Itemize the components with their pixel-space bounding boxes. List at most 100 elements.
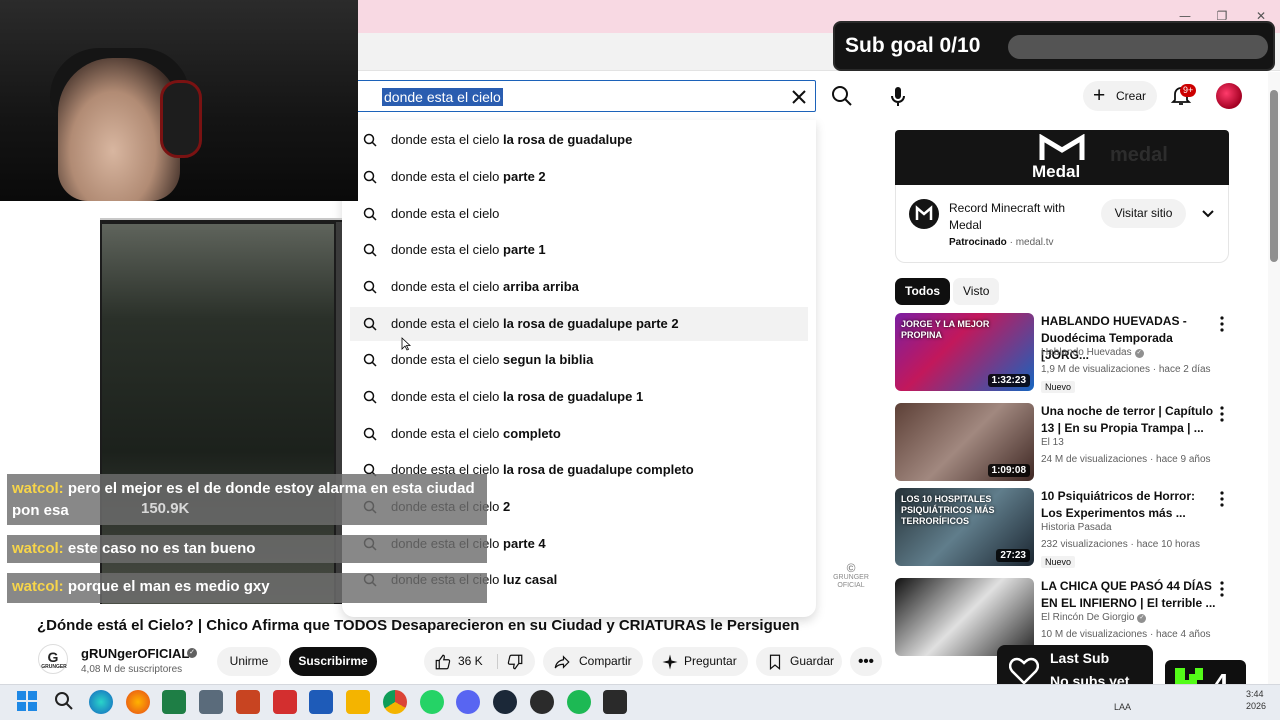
file-explorer-icon[interactable]	[346, 690, 370, 714]
search-icon	[363, 243, 377, 257]
like-count[interactable]: 36 K	[458, 647, 483, 676]
video-channel[interactable]: Hablando Huevadas ✓	[1041, 347, 1144, 358]
search-icon	[363, 207, 377, 221]
video-channel[interactable]: Historia Pasada	[1041, 522, 1112, 533]
join-button[interactable]: Unirme	[217, 647, 281, 676]
save-button[interactable]: Guardar	[756, 647, 842, 676]
channel-name[interactable]: gRUNgerOFICIAL	[81, 646, 189, 661]
ad-banner[interactable]: medal Medal	[895, 130, 1229, 185]
excel-icon[interactable]	[162, 690, 186, 714]
ask-button[interactable]: Preguntar	[652, 647, 748, 676]
search-suggestion[interactable]: donde esta el cielo la rosa de guadalupe	[350, 123, 808, 157]
spotify-icon[interactable]	[567, 690, 591, 714]
share-button[interactable]: Compartir	[543, 647, 643, 676]
share-icon	[554, 655, 570, 669]
verified-icon: ✓	[1134, 349, 1144, 358]
sub-goal-text: Sub goal 0/10	[845, 34, 981, 57]
search-suggestion[interactable]: donde esta el cielo completo	[350, 417, 808, 451]
steam-icon[interactable]	[493, 690, 517, 714]
chat-user: watcol:	[12, 578, 64, 595]
viewer-count: 150.9K	[141, 500, 190, 517]
search-input[interactable]: donde esta el cielo	[358, 80, 816, 112]
video-channel[interactable]: El Rincón De Giorgio ✓	[1041, 612, 1147, 623]
ad-title[interactable]: Record Minecraft with Medal	[949, 200, 1089, 234]
chat-text: este caso no es tan bueno	[67, 540, 256, 557]
word-icon[interactable]	[309, 690, 333, 714]
plus-icon: +	[1093, 84, 1106, 107]
visit-site-button[interactable]: Visitar sitio	[1101, 199, 1186, 228]
dislike-icon[interactable]	[506, 653, 524, 671]
video-thumbnail[interactable]: JORGE Y LA MEJOR PROPINA 1:32:23	[895, 313, 1034, 391]
search-icon	[363, 133, 377, 147]
more-options-icon[interactable]	[1217, 490, 1227, 508]
search-suggestion[interactable]: donde esta el cielo parte 1	[350, 233, 808, 267]
video-thumbnail[interactable]: 1:09:08	[895, 403, 1034, 481]
chrome-icon[interactable]	[383, 690, 407, 714]
chip-all[interactable]: Todos	[895, 278, 951, 305]
sparkle-icon	[662, 654, 678, 670]
ad-card: Record Minecraft with Medal Patrocinado …	[895, 185, 1229, 263]
recommended-video[interactable]: LOS 10 HOSPITALES PSIQUIÁTRICOS MÁS TERR…	[895, 488, 1229, 568]
search-suggestion[interactable]: donde esta el cielo	[350, 197, 808, 231]
search-icon	[363, 317, 377, 331]
chevron-down-icon[interactable]	[1198, 204, 1218, 224]
create-label: Crear	[1116, 89, 1147, 103]
search-taskbar-icon[interactable]	[52, 689, 76, 713]
create-button[interactable]: + Crear	[1083, 81, 1157, 111]
recommended-video[interactable]: 1:09:08 Una noche de terror | Capítulo 13…	[895, 403, 1229, 483]
video-thumbnail[interactable]: LOS 10 HOSPITALES PSIQUIÁTRICOS MÁS TERR…	[895, 488, 1034, 566]
suggestion-text: donde esta el cielo parte 2	[391, 169, 546, 184]
search-query-selected[interactable]: donde esta el cielo	[382, 88, 503, 106]
whatsapp-icon[interactable]	[420, 690, 444, 714]
chat-user: watcol:	[12, 540, 64, 557]
camera-icon[interactable]	[199, 690, 223, 714]
powerpoint-icon[interactable]	[236, 690, 260, 714]
video-title[interactable]: 10 Psiquiátricos de Horror: Los Experime…	[1041, 488, 1217, 522]
more-options-icon[interactable]	[1217, 580, 1227, 598]
suggestion-text: donde esta el cielo parte 1	[391, 242, 546, 257]
video-title[interactable]: Una noche de terror | Capítulo 13 | En s…	[1041, 403, 1217, 437]
recommended-video[interactable]: JORGE Y LA MEJOR PROPINA 1:32:23 HABLANDO …	[895, 313, 1229, 393]
subscribe-button[interactable]: Suscribirme	[289, 647, 377, 676]
like-icon[interactable]	[434, 653, 452, 671]
windows-start-icon[interactable]	[15, 689, 39, 713]
more-options-icon[interactable]	[1217, 405, 1227, 423]
app-l-icon[interactable]	[273, 690, 297, 714]
scrollbar-thumb[interactable]	[1270, 90, 1278, 262]
more-options-icon[interactable]	[1217, 315, 1227, 333]
channel-avatar[interactable]: G GRUNGER	[38, 644, 68, 674]
more-actions-button[interactable]: •••	[850, 647, 882, 676]
app-icon[interactable]	[530, 690, 554, 714]
search-suggestion[interactable]: donde esta el cielo la rosa de guadalupe…	[350, 307, 808, 341]
microphone-icon[interactable]	[882, 80, 914, 112]
suggestion-text: donde esta el cielo segun la biblia	[391, 352, 594, 367]
bookmark-icon	[769, 654, 781, 671]
chat-message: watcol: pero el mejor es el de donde est…	[7, 474, 487, 525]
new-badge: Nuevo	[1041, 556, 1076, 568]
video-title: ¿Dónde está el Cielo? | Chico Afirma que…	[37, 617, 800, 634]
ad-banner-title: Medal	[1032, 162, 1081, 181]
keyboard-language[interactable]: LAA	[1114, 702, 1131, 712]
search-icon[interactable]	[826, 80, 858, 112]
discord-icon[interactable]	[456, 690, 480, 714]
video-title[interactable]: LA CHICA QUE PASÓ 44 DÍAS EN EL INFIERNO…	[1041, 578, 1217, 612]
account-avatar[interactable]	[1216, 83, 1242, 109]
clear-search-icon[interactable]	[787, 85, 811, 109]
search-suggestion[interactable]: donde esta el cielo la rosa de guadalupe…	[350, 380, 808, 414]
new-badge: Nuevo	[1041, 381, 1076, 393]
search-suggestion[interactable]: donde esta el cielo segun la biblia	[350, 343, 808, 377]
edge-icon[interactable]	[89, 690, 113, 714]
suggestion-text: donde esta el cielo arriba arriba	[391, 279, 579, 294]
firefox-icon[interactable]	[126, 690, 150, 714]
like-dislike-group: 36 K	[424, 647, 535, 676]
search-icon	[363, 427, 377, 441]
chip-watched[interactable]: Visto	[953, 278, 1000, 305]
sub-goal-overlay: Sub goal 0/10	[833, 21, 1275, 71]
search-suggestion[interactable]: donde esta el cielo arriba arriba	[350, 270, 808, 304]
epic-games-icon[interactable]	[603, 690, 627, 714]
video-channel[interactable]: El 13	[1041, 437, 1064, 448]
search-suggestion[interactable]: donde esta el cielo parte 2	[350, 160, 808, 194]
system-clock[interactable]: 3:44 2026	[1246, 688, 1266, 712]
subscriber-count: 4,08 M de suscriptores	[81, 664, 183, 675]
video-meta: 232 visualizaciones · hace 10 horas	[1041, 539, 1200, 550]
